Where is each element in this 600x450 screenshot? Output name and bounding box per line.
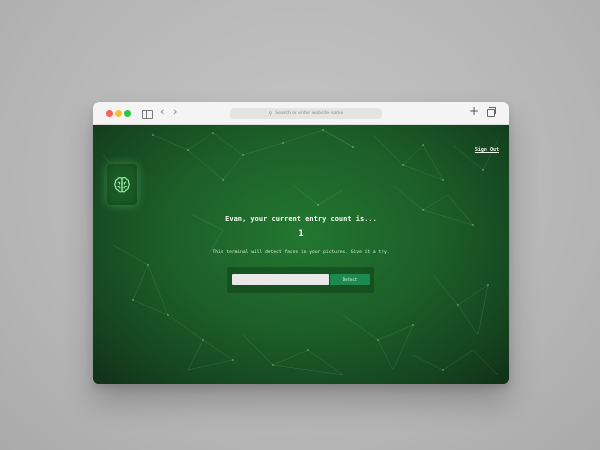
back-arrow-icon[interactable]: ‹ (160, 106, 164, 118)
forward-arrow-icon[interactable]: › (173, 106, 177, 118)
image-link-form: Detect (227, 267, 374, 293)
detect-button[interactable]: Detect (330, 274, 370, 285)
new-tab-icon[interactable]: + (469, 105, 479, 117)
image-url-input[interactable] (232, 274, 329, 285)
address-placeholder: Search or enter website name (275, 111, 344, 116)
minimize-window-button[interactable] (115, 110, 122, 117)
entry-count-heading: Evan, your current entry count is... (225, 215, 377, 223)
brain-icon (114, 176, 130, 192)
sidebar-toggle-icon[interactable] (142, 110, 153, 119)
page-content: Sign Out Evan, your current entry count … (93, 125, 509, 384)
search-icon: ⚲ (268, 110, 273, 117)
sign-out-link[interactable]: Sign Out (475, 147, 499, 153)
address-bar[interactable]: ⚲ Search or enter website name (230, 108, 382, 119)
desktop-backdrop: ‹ › ⚲ Search or enter website name + Sig… (0, 0, 600, 450)
logo[interactable] (107, 164, 137, 205)
tab-overview-icon[interactable] (487, 107, 496, 117)
browser-toolbar: ‹ › ⚲ Search or enter website name + (93, 102, 509, 125)
browser-window: ‹ › ⚲ Search or enter website name + Sig… (93, 102, 509, 384)
instructions-text: This terminal will detect faces in your … (212, 250, 390, 255)
maximize-window-button[interactable] (124, 110, 131, 117)
entry-count-value: 1 (298, 229, 304, 239)
close-window-button[interactable] (106, 110, 113, 117)
